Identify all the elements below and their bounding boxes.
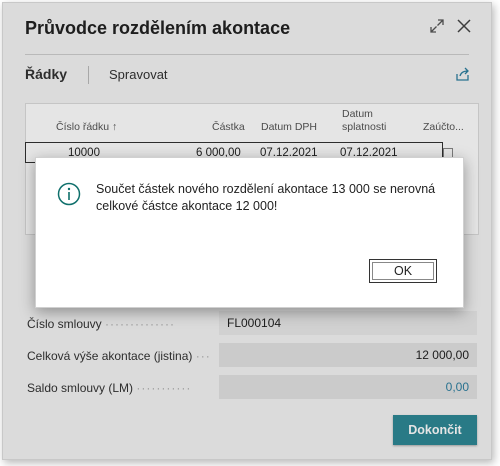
- tab-lines[interactable]: Řádky: [25, 66, 67, 82]
- col-header-posted[interactable]: Zaúčto...: [423, 121, 464, 134]
- col-header-due-date[interactable]: Datum splatnosti: [342, 108, 400, 134]
- manage-action[interactable]: Spravovat: [109, 67, 168, 82]
- col-header-vat-date[interactable]: Datum DPH: [261, 121, 317, 134]
- dialog-message: Součet částek nového rozdělení akontace …: [96, 182, 436, 213]
- title-divider: [25, 54, 469, 55]
- error-dialog: Součet částek nového rozdělení akontace …: [35, 157, 464, 308]
- total-advance-label: Celková výše akontace (jistina) ···: [27, 349, 211, 363]
- total-advance-field[interactable]: 12 000,00: [219, 343, 477, 367]
- finish-button[interactable]: Dokončit: [393, 415, 477, 445]
- close-icon[interactable]: [455, 17, 473, 40]
- col-header-line-no[interactable]: Číslo řádku ↑: [56, 121, 117, 134]
- contract-balance-label: Saldo smlouvy (LM) ···········: [27, 381, 192, 395]
- page-title: Průvodce rozdělením akontace: [25, 18, 291, 38]
- expand-arrows-icon[interactable]: [428, 17, 446, 40]
- ok-button-label: OK: [393, 264, 413, 278]
- share-icon[interactable]: [455, 66, 471, 87]
- contract-number-label: Číslo smlouvy ··············: [27, 317, 175, 331]
- info-icon: [57, 182, 81, 211]
- contract-balance-field[interactable]: 0,00: [219, 375, 477, 399]
- ok-button[interactable]: OK: [369, 259, 437, 283]
- action-divider: [88, 66, 89, 84]
- col-header-amount[interactable]: Částka: [212, 121, 245, 134]
- contract-number-field[interactable]: FL000104: [219, 311, 477, 335]
